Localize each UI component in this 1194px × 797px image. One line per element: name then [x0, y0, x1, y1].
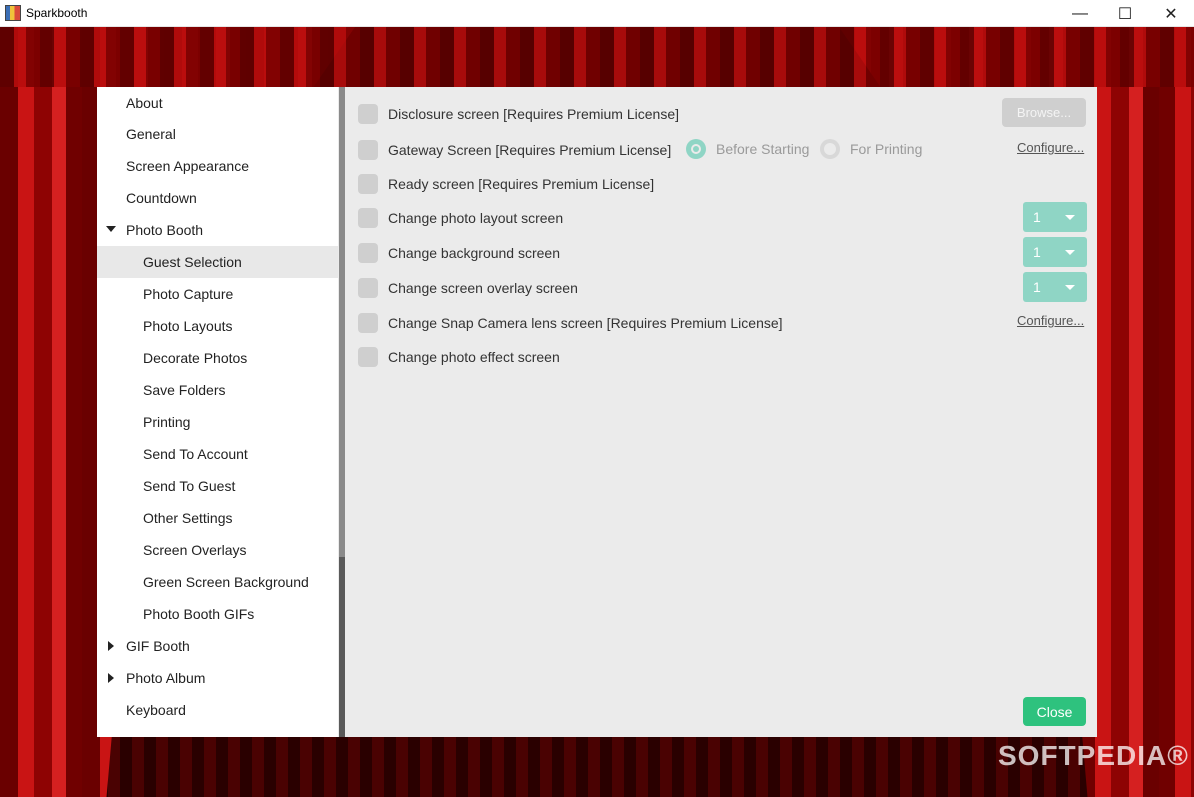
- row-label: Change photo layout screen: [388, 210, 564, 226]
- sidebar-item-other-settings[interactable]: Other Settings: [97, 502, 338, 534]
- dropdown-value: 1: [1033, 244, 1041, 260]
- sidebar-scrollbar-thumb[interactable]: [339, 87, 345, 557]
- row-label: Change screen overlay screen: [388, 280, 578, 296]
- photo-layout-dropdown[interactable]: 1: [1023, 202, 1087, 232]
- softpedia-watermark: SOFTPEDIA®: [998, 740, 1189, 771]
- close-button[interactable]: Close: [1023, 697, 1086, 726]
- sidebar-item-photo-capture[interactable]: Photo Capture: [97, 278, 338, 310]
- sidebar-item-label: Guest Selection: [143, 254, 242, 270]
- sidebar-item-green-screen-background[interactable]: Green Screen Background: [97, 566, 338, 598]
- change-snap-camera-lens-checkbox[interactable]: [358, 313, 378, 333]
- sidebar-item-label: Photo Layouts: [143, 318, 233, 334]
- maximize-button[interactable]: ☐: [1102, 0, 1148, 27]
- minimize-button[interactable]: —: [1057, 0, 1103, 27]
- sidebar-item-label: Send To Guest: [143, 478, 236, 494]
- row-label: Disclosure screen [Requires Premium Lice…: [388, 106, 679, 122]
- sidebar-item-screen-appearance[interactable]: Screen Appearance: [97, 150, 338, 182]
- sidebar-item-label: Send To Account: [143, 446, 248, 462]
- sidebar-item-label: Screen Overlays: [143, 542, 247, 558]
- row-label: Change Snap Camera lens screen [Requires…: [388, 315, 783, 331]
- radio-selected-icon: [686, 139, 706, 159]
- sidebar-item-keyboard[interactable]: Keyboard: [97, 694, 338, 726]
- row-change-photo-effect: Change photo effect screen: [358, 346, 560, 368]
- curtain-valance: [0, 27, 1194, 87]
- sidebar-item-label: Printing: [143, 414, 191, 430]
- row-disclosure-screen: Disclosure screen [Requires Premium Lice…: [358, 103, 679, 125]
- chevron-down-icon: [1065, 215, 1075, 220]
- sidebar-item-photo-booth[interactable]: Photo Booth: [97, 214, 338, 246]
- row-change-background: Change background screen: [358, 242, 560, 264]
- row-label: Ready screen [Requires Premium License]: [388, 176, 655, 192]
- sidebar-item-guest-selection[interactable]: Guest Selection: [97, 246, 338, 278]
- sidebar-item-label: Keyboard: [126, 702, 186, 718]
- radio-before-starting[interactable]: Before Starting: [686, 139, 809, 159]
- row-ready-screen: Ready screen [Requires Premium License]: [358, 173, 654, 195]
- sidebar-item-label: Photo Booth GIFs: [143, 606, 255, 622]
- row-label: Change photo effect screen: [388, 349, 560, 365]
- sidebar-item-photo-album[interactable]: Photo Album: [97, 662, 338, 694]
- disclosure-screen-checkbox[interactable]: [358, 104, 378, 124]
- sidebar-scrollbar-lower[interactable]: [339, 557, 345, 737]
- settings-sidebar: About General Screen Appearance Countdow…: [97, 87, 338, 737]
- sidebar-item-label: About: [126, 95, 163, 111]
- configure-snap-camera-link[interactable]: Configure...: [1017, 313, 1084, 328]
- radio-for-printing[interactable]: For Printing: [820, 139, 922, 159]
- change-screen-overlay-checkbox[interactable]: [358, 278, 378, 298]
- sidebar-item-gif-booth[interactable]: GIF Booth: [97, 630, 338, 662]
- caret-right-icon[interactable]: [108, 641, 114, 651]
- row-gateway-screen: Gateway Screen [Requires Premium License…: [358, 139, 671, 161]
- sidebar-item-label: Decorate Photos: [143, 350, 248, 366]
- row-change-photo-layout: Change photo layout screen: [358, 207, 563, 229]
- ready-screen-checkbox[interactable]: [358, 174, 378, 194]
- screen-overlay-dropdown[interactable]: 1: [1023, 272, 1087, 302]
- app-icon: [5, 5, 21, 21]
- gateway-screen-checkbox[interactable]: [358, 140, 378, 160]
- row-change-snap-camera-lens: Change Snap Camera lens screen [Requires…: [358, 312, 783, 334]
- sidebar-item-screen-overlays[interactable]: Screen Overlays: [97, 534, 338, 566]
- sidebar-item-label: Photo Capture: [143, 286, 234, 302]
- sidebar-item-label: Photo Album: [126, 670, 206, 686]
- background-dropdown[interactable]: 1: [1023, 237, 1087, 267]
- sidebar-item-send-to-account[interactable]: Send To Account: [97, 438, 338, 470]
- configure-gateway-link[interactable]: Configure...: [1017, 140, 1084, 155]
- settings-panel: About General Screen Appearance Countdow…: [97, 87, 1097, 737]
- sidebar-item-countdown[interactable]: Countdown: [97, 182, 338, 214]
- sidebar-item-save-folders[interactable]: Save Folders: [97, 374, 338, 406]
- window-title: Sparkbooth: [26, 6, 88, 20]
- title-bar: Sparkbooth — ☐ ✕: [0, 0, 1194, 27]
- browse-button[interactable]: Browse...: [1002, 98, 1086, 127]
- change-background-checkbox[interactable]: [358, 243, 378, 263]
- sidebar-item-label: Countdown: [126, 190, 197, 206]
- sidebar-item-printing[interactable]: Printing: [97, 406, 338, 438]
- sidebar-item-label: Photo Booth: [126, 222, 204, 238]
- sidebar-item-label: Green Screen Background: [143, 574, 309, 590]
- sidebar-item-photo-booth-gifs[interactable]: Photo Booth GIFs: [97, 598, 338, 630]
- close-window-button[interactable]: ✕: [1148, 0, 1194, 27]
- sidebar-item-label: Other Settings: [143, 510, 233, 526]
- sidebar-item-label: General: [126, 126, 176, 142]
- radio-unselected-icon: [820, 139, 840, 159]
- change-photo-layout-checkbox[interactable]: [358, 208, 378, 228]
- sidebar-item-label: GIF Booth: [126, 638, 190, 654]
- sidebar-item-about[interactable]: About: [97, 87, 338, 119]
- sidebar-item-decorate-photos[interactable]: Decorate Photos: [97, 342, 338, 374]
- sidebar-item-label: Save Folders: [143, 382, 226, 398]
- sidebar-item-photo-layouts[interactable]: Photo Layouts: [97, 310, 338, 342]
- sidebar-item-label: Screen Appearance: [126, 158, 249, 174]
- chevron-down-icon: [1065, 250, 1075, 255]
- caret-down-icon[interactable]: [106, 226, 116, 232]
- sidebar-item-send-to-guest[interactable]: Send To Guest: [97, 470, 338, 502]
- dropdown-value: 1: [1033, 279, 1041, 295]
- row-change-screen-overlay: Change screen overlay screen: [358, 277, 578, 299]
- dropdown-value: 1: [1033, 209, 1041, 225]
- sidebar-item-general[interactable]: General: [97, 118, 338, 150]
- radio-label: Before Starting: [716, 141, 810, 157]
- row-label: Change background screen: [388, 245, 561, 261]
- chevron-down-icon: [1065, 285, 1075, 290]
- caret-right-icon[interactable]: [108, 673, 114, 683]
- change-photo-effect-checkbox[interactable]: [358, 347, 378, 367]
- radio-label: For Printing: [850, 141, 923, 157]
- row-label: Gateway Screen [Requires Premium License…: [388, 142, 672, 158]
